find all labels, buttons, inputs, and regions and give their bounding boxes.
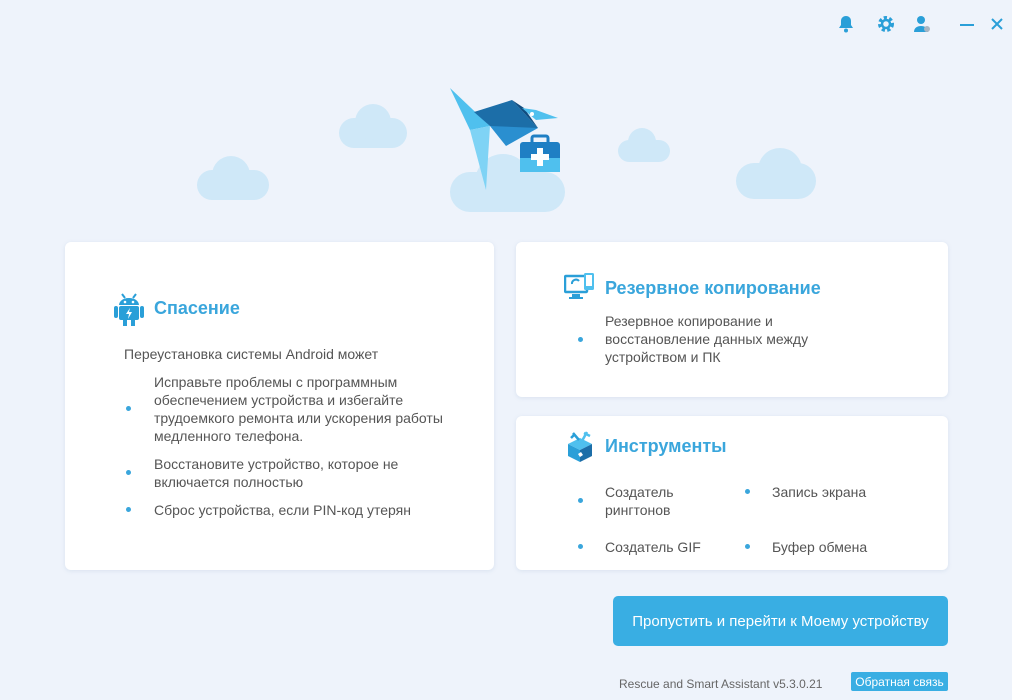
rescue-card[interactable]: Спасение Переустановка системы Android м… [65, 242, 494, 570]
version-label: Rescue and Smart Assistant v5.3.0.21 [619, 677, 823, 691]
gear-icon[interactable] [876, 14, 896, 34]
feedback-button[interactable]: Обратная связь [851, 672, 948, 691]
bullet-dot [578, 337, 583, 342]
screen-recorder-link[interactable]: Запись экрана [772, 483, 866, 501]
bell-icon[interactable] [836, 14, 856, 34]
ringtone-maker-link[interactable]: Создатель рингтонов [605, 483, 725, 519]
skip-to-my-device-button[interactable]: Пропустить и перейти к Моему устройству [613, 596, 948, 646]
android-icon [113, 292, 145, 331]
rescue-title: Спасение [154, 298, 240, 318]
bullet-dot [126, 406, 131, 411]
clipboard-link[interactable]: Буфер обмена [772, 538, 867, 556]
close-icon[interactable] [987, 14, 1007, 34]
bullet-dot [126, 507, 131, 512]
minimize-icon[interactable] [957, 14, 977, 34]
gif-maker-link[interactable]: Создатель GIF [605, 538, 701, 556]
bullet-dot [578, 544, 583, 549]
bullet-dot [745, 489, 750, 494]
rescue-bullet-2: Восстановите устройство, которое не вклю… [154, 456, 399, 490]
tools-card[interactable]: Инструменты Создатель рингтонов Запись э… [516, 416, 948, 570]
rescue-intro: Переустановка системы Android может [124, 346, 379, 362]
rescue-bullet-1: Исправьте проблемы с программным обеспеч… [154, 374, 443, 444]
backup-description: Резервное копирование и восстановление д… [605, 313, 809, 365]
bullet-dot [745, 544, 750, 549]
rescue-bullet-3: Сброс устройства, если PIN-код утерян [154, 502, 411, 518]
toolbox-icon [564, 430, 596, 469]
bullet-dot [126, 470, 131, 475]
computer-sync-icon [563, 272, 596, 307]
bullet-dot [578, 498, 583, 503]
tools-title: Инструменты [605, 436, 727, 456]
app-logo-bird [446, 86, 564, 197]
backup-card[interactable]: Резервное копирование Резервное копирова… [516, 242, 948, 397]
backup-title: Резервное копирование [605, 278, 821, 298]
user-icon[interactable] [912, 14, 932, 34]
